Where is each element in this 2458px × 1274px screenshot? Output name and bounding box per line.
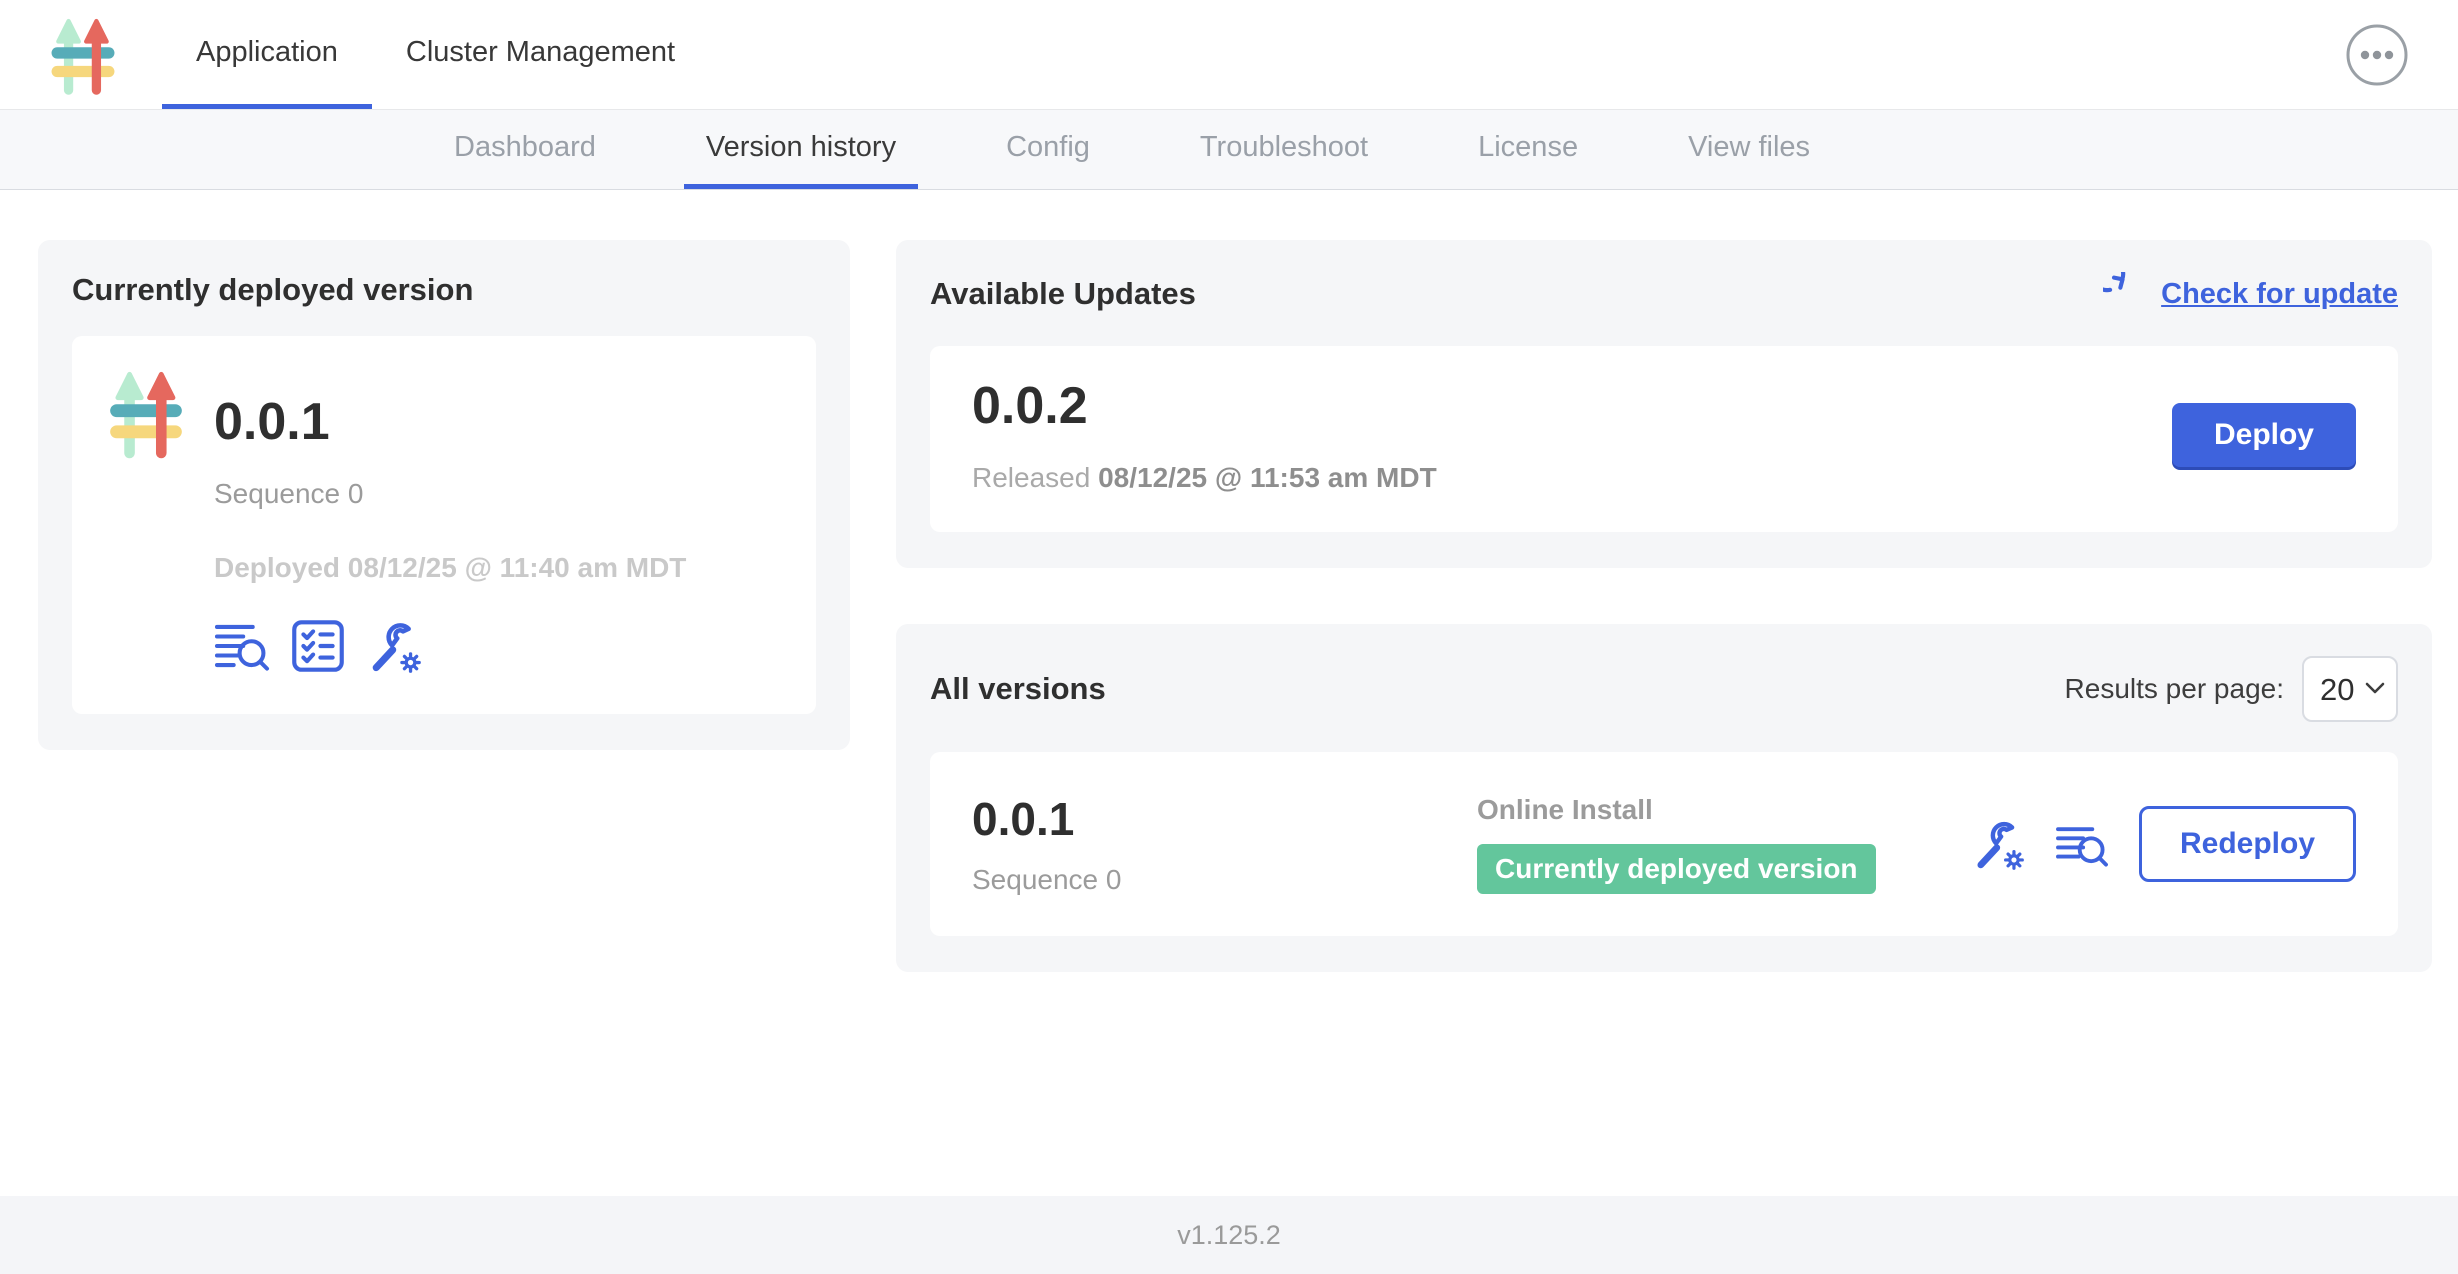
available-update-row: 0.0.2 Released 08/12/25 @ 11:53 am MDT D… bbox=[930, 346, 2398, 532]
app-logo-icon bbox=[108, 366, 184, 460]
app-logo-small bbox=[108, 366, 184, 465]
version-history-page: Currently deployed version 0.0.1 Sequenc… bbox=[0, 190, 2458, 1196]
install-type-label: Online Install bbox=[1477, 794, 1971, 826]
preflight-checks-icon[interactable] bbox=[290, 618, 346, 674]
redeploy-button[interactable]: Redeploy bbox=[2139, 806, 2356, 882]
deployed-sequence: Sequence 0 bbox=[214, 478, 686, 510]
release-notes-diff-icon[interactable] bbox=[214, 621, 270, 671]
tab-view-files[interactable]: View files bbox=[1666, 110, 1832, 189]
deploy-button[interactable]: Deploy bbox=[2172, 403, 2356, 467]
kots-version-label: v1.125.2 bbox=[1177, 1220, 1281, 1251]
results-per-page: Results per page: 20 bbox=[2065, 656, 2398, 722]
deployed-version-details: 0.0.1 Sequence 0 Deployed 08/12/25 @ 11:… bbox=[214, 366, 686, 674]
check-for-update-link[interactable]: Check for update bbox=[2103, 272, 2398, 316]
version-row: 0.0.1 Sequence 0 Online Install Currentl… bbox=[930, 752, 2398, 936]
results-per-page-select[interactable]: 20 bbox=[2302, 656, 2398, 722]
update-released-line: Released 08/12/25 @ 11:53 am MDT bbox=[972, 462, 1437, 494]
app-header: Application Cluster Management bbox=[0, 0, 2458, 110]
released-label: Released bbox=[972, 462, 1090, 493]
release-notes-diff-icon[interactable] bbox=[2055, 820, 2109, 868]
deployed-version-card: 0.0.1 Sequence 0 Deployed 08/12/25 @ 11:… bbox=[72, 336, 816, 714]
released-date: 08/12/25 @ 11:53 am MDT bbox=[1098, 462, 1437, 493]
tab-troubleshoot[interactable]: Troubleshoot bbox=[1178, 110, 1390, 189]
app-logo-icon bbox=[50, 13, 116, 97]
deployed-timestamp: Deployed 08/12/25 @ 11:40 am MDT bbox=[214, 552, 686, 584]
version-number: 0.0.1 bbox=[972, 792, 1477, 846]
currently-deployed-title: Currently deployed version bbox=[72, 272, 816, 308]
currently-deployed-card: Currently deployed version 0.0.1 Sequenc… bbox=[38, 240, 850, 750]
available-updates-card: Available Updates Check for update 0.0.2… bbox=[896, 240, 2432, 568]
tab-dashboard[interactable]: Dashboard bbox=[432, 110, 618, 189]
available-updates-title: Available Updates bbox=[930, 276, 1196, 312]
tab-application[interactable]: Application bbox=[162, 0, 372, 109]
edit-config-icon[interactable] bbox=[1971, 817, 2025, 871]
tab-version-history[interactable]: Version history bbox=[684, 110, 918, 189]
edit-config-icon[interactable] bbox=[366, 618, 422, 674]
version-sequence: Sequence 0 bbox=[972, 864, 1477, 896]
version-row-status: Online Install Currently deployed versio… bbox=[1477, 794, 1971, 894]
check-for-update-label: Check for update bbox=[2161, 278, 2398, 311]
app-footer: v1.125.2 bbox=[0, 1196, 2458, 1274]
tab-cluster-management[interactable]: Cluster Management bbox=[372, 0, 709, 109]
all-versions-title: All versions bbox=[930, 671, 1106, 707]
deployed-actions bbox=[214, 618, 686, 674]
ellipsis-circle-icon bbox=[2344, 22, 2410, 88]
app-logo bbox=[50, 13, 116, 97]
results-per-page-label: Results per page: bbox=[2065, 673, 2284, 705]
refresh-icon bbox=[2103, 272, 2147, 316]
version-row-actions: Redeploy bbox=[1971, 806, 2356, 882]
right-column: Available Updates Check for update 0.0.2… bbox=[896, 240, 2432, 972]
update-details: 0.0.2 Released 08/12/25 @ 11:53 am MDT bbox=[972, 376, 1437, 494]
version-row-version: 0.0.1 Sequence 0 bbox=[972, 792, 1477, 896]
overflow-menu-button[interactable] bbox=[2344, 22, 2410, 88]
app-subnav: Dashboard Version history Config Trouble… bbox=[0, 110, 2458, 190]
all-versions-card: All versions Results per page: 20 0 bbox=[896, 624, 2432, 972]
primary-nav: Application Cluster Management bbox=[162, 0, 709, 109]
update-version-number: 0.0.2 bbox=[972, 376, 1437, 436]
tab-config[interactable]: Config bbox=[984, 110, 1112, 189]
deployed-version-number: 0.0.1 bbox=[214, 392, 686, 452]
currently-deployed-badge: Currently deployed version bbox=[1477, 844, 1876, 894]
tab-license[interactable]: License bbox=[1456, 110, 1600, 189]
